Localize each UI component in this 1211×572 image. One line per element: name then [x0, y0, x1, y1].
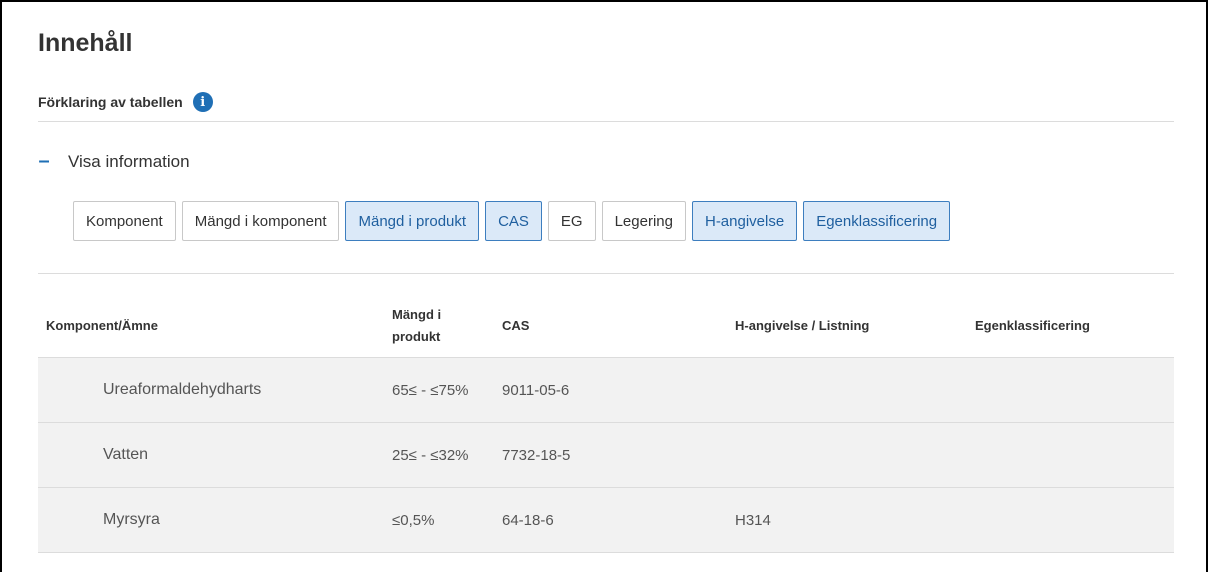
contents-table: Komponent/Ämne Mängd i produkt CAS H-ang… — [38, 294, 1174, 553]
table-row: Vatten 25≤ - ≤32% 7732-18-5 — [38, 422, 1174, 488]
cell-component: Vatten — [38, 422, 384, 488]
info-icon[interactable]: i — [192, 92, 213, 112]
chip-cas[interactable]: CAS — [485, 201, 542, 241]
cell-amount: ≤0,5% — [384, 487, 494, 553]
toggle-label: Visa information — [68, 151, 190, 171]
header-self-classification: Egenklassificering — [967, 294, 1174, 358]
column-filter-chips: Komponent Mängd i komponent Mängd i prod… — [73, 201, 951, 241]
cell-h-statement: H314 — [727, 487, 967, 553]
chip-h-angivelse[interactable]: H-angivelse — [691, 201, 798, 241]
header-amount-line1: Mängd i — [392, 306, 442, 322]
chip-egenklassificering[interactable]: Egenklassificering — [803, 201, 951, 241]
cell-amount: 25≤ - ≤32% — [384, 422, 494, 488]
header-amount-line2: produkt — [392, 328, 441, 344]
divider — [38, 273, 1174, 274]
header-cas: CAS — [494, 294, 727, 358]
cell-self-classification — [967, 487, 1174, 553]
cell-cas: 7732-18-5 — [494, 422, 727, 488]
cell-h-statement — [727, 357, 967, 423]
cell-self-classification — [967, 357, 1174, 423]
header-amount: Mängd i produkt — [384, 294, 494, 358]
header-component: Komponent/Ämne — [38, 294, 384, 358]
chip-mangd-i-produkt[interactable]: Mängd i produkt — [345, 201, 480, 241]
table-row: Myrsyra ≤0,5% 64-18-6 H314 — [38, 487, 1174, 553]
divider — [38, 121, 1174, 122]
chip-mangd-i-komponent[interactable]: Mängd i komponent — [181, 201, 340, 241]
explanation-label: Förklaring av tabellen — [38, 94, 183, 110]
chip-legering[interactable]: Legering — [601, 201, 686, 241]
chip-eg[interactable]: EG — [547, 201, 596, 241]
show-information-toggle[interactable]: – Visa information — [38, 150, 190, 173]
table-row: Ureaformaldehydharts 65≤ - ≤75% 9011-05-… — [38, 357, 1174, 423]
cell-cas: 64-18-6 — [494, 487, 727, 553]
minus-icon: – — [38, 150, 50, 172]
table-explanation: Förklaring av tabellen i — [38, 92, 213, 112]
cell-component: Ureaformaldehydharts — [38, 357, 384, 423]
cell-component: Myrsyra — [38, 487, 384, 553]
cell-self-classification — [967, 422, 1174, 488]
table-header-row: Komponent/Ämne Mängd i produkt CAS H-ang… — [38, 294, 1174, 358]
cell-cas: 9011-05-6 — [494, 357, 727, 423]
cell-h-statement — [727, 422, 967, 488]
chip-komponent[interactable]: Komponent — [73, 201, 176, 241]
cell-amount: 65≤ - ≤75% — [384, 357, 494, 423]
section-title: Innehåll — [38, 29, 133, 57]
header-h-statement: H-angivelse / Listning — [727, 294, 967, 358]
